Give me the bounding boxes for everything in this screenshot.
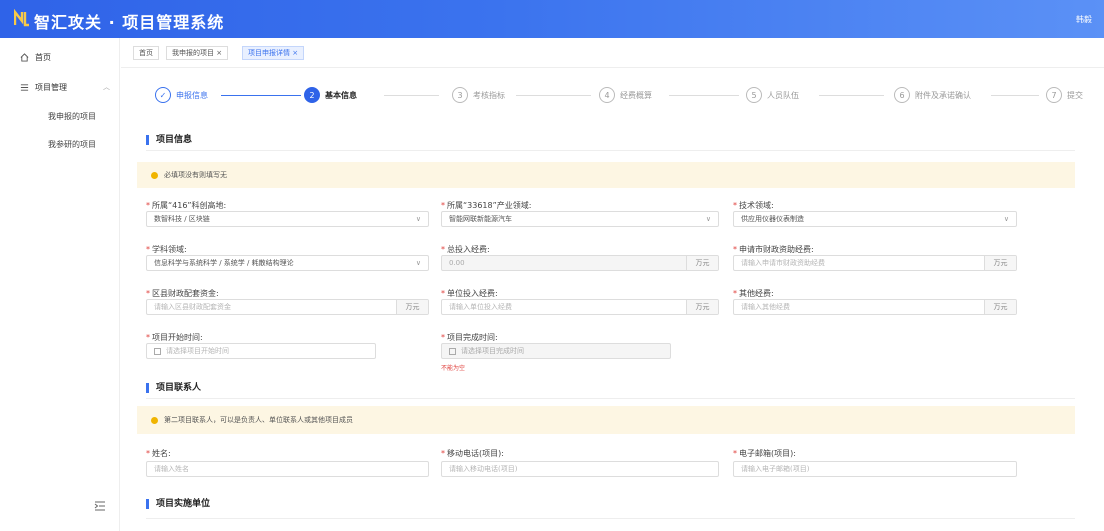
step-label: 经费概算 xyxy=(620,90,652,100)
contact-name-input[interactable]: 请输入姓名 xyxy=(146,461,429,477)
step-label: 考核指标 xyxy=(473,90,505,100)
select-416[interactable]: 数智科技 / 区块链 ∨ xyxy=(146,211,429,227)
contact-phone-input[interactable]: 请输入移动电话(项目) xyxy=(441,461,719,477)
app-title: 智汇攻关 · 项目管理系统 xyxy=(34,13,225,32)
step-connector xyxy=(384,95,439,96)
other-funding-input[interactable]: 请输入其他经费 万元 xyxy=(733,299,1017,315)
label-contact-name: * 姓名: xyxy=(146,449,171,458)
label-contact-phone: * 移动电话(项目): xyxy=(441,449,504,458)
tab-my-applications[interactable]: 我申报的项目 × xyxy=(166,46,229,60)
label-subject-field: * 学科领域: xyxy=(146,245,187,254)
sidebar-group-project-management[interactable]: 项目管理 ︿ xyxy=(20,82,110,93)
step-number: 6 xyxy=(894,87,910,103)
steps-bar: ✓ 申报信息 2 基本信息 3 考核指标 4 经费概算 5 人员队伍 6 附件及… xyxy=(121,76,1104,116)
sidebar-item-label: 首页 xyxy=(35,53,51,62)
section-divider xyxy=(146,150,1075,151)
user-name[interactable]: 韩毅 xyxy=(1076,14,1092,25)
tab-project-detail[interactable]: 项目申报详情 × xyxy=(242,46,305,60)
notice-text: 必填项没有则填写无 xyxy=(164,171,227,179)
select-tech-field[interactable]: 供应用仪器仪表制造 ∨ xyxy=(733,211,1017,227)
collapse-sidebar-icon[interactable] xyxy=(94,501,106,511)
unit-label: 万元 xyxy=(686,256,718,270)
unit-funding-input[interactable]: 请输入单位投入经费 万元 xyxy=(441,299,719,315)
sidebar-item-my-applications[interactable]: 我申报的项目 xyxy=(48,111,96,122)
sidebar: 首页 项目管理 ︿ 我申报的项目 我参研的项目 xyxy=(0,38,120,531)
notice-banner: 必填项没有则填写无 xyxy=(137,162,1075,188)
step-number: 3 xyxy=(452,87,468,103)
step-1[interactable]: ✓ 申报信息 xyxy=(155,87,208,103)
tab-home[interactable]: 首页 xyxy=(133,46,159,60)
label-tech-field: * 技术领域: xyxy=(733,201,774,210)
unit-label: 万元 xyxy=(396,300,428,314)
step-number: 7 xyxy=(1046,87,1062,103)
section-title-contact: 项目联系人 xyxy=(146,383,201,393)
select-33618[interactable]: 智能网联新能源汽车 ∨ xyxy=(441,211,719,227)
sidebar-item-home[interactable]: 首页 xyxy=(20,52,51,63)
home-icon xyxy=(20,53,29,62)
section-divider xyxy=(146,518,1075,519)
section-title-implementing-unit: 项目实施单位 xyxy=(146,499,210,509)
label-unit-funding: * 单位投入经费: xyxy=(441,289,498,298)
step-connector xyxy=(669,95,739,96)
step-number: 5 xyxy=(746,87,762,103)
step-label: 提交 xyxy=(1067,90,1083,100)
label-end-date: * 项目完成时间: xyxy=(441,333,498,342)
label-other-funding: * 其他经费: xyxy=(733,289,774,298)
label-total-funding: * 总投入经费: xyxy=(441,245,490,254)
sidebar-group-label: 项目管理 xyxy=(35,83,67,92)
step-label: 附件及承诺确认 xyxy=(915,90,971,100)
menu-icon xyxy=(20,84,29,91)
check-icon: ✓ xyxy=(155,87,171,103)
notice-banner: 第二项目联系人，可以是负责人、单位联系人或其他项目成员 xyxy=(137,406,1075,434)
label-district-funding: * 区县财政配套资金: xyxy=(146,289,219,298)
total-funding-field: 0.00 万元 xyxy=(441,255,719,271)
chevron-down-icon: ∨ xyxy=(1003,215,1009,223)
step-connector xyxy=(221,95,301,96)
tabs-bar: 首页 我申报的项目 × 项目申报详情 × xyxy=(121,38,1104,68)
chevron-down-icon: ∨ xyxy=(415,259,421,267)
step-4[interactable]: 4 经费概算 xyxy=(599,87,652,103)
calendar-icon xyxy=(449,347,456,355)
step-6[interactable]: 6 附件及承诺确认 xyxy=(894,87,971,103)
calendar-icon xyxy=(154,347,161,355)
warning-icon xyxy=(151,416,158,424)
unit-label: 万元 xyxy=(984,300,1016,314)
label-33618: * 所属“33618”产业领域: xyxy=(441,201,532,210)
label-416: * 所属“416”科创高地: xyxy=(146,201,227,210)
step-label: 基本信息 xyxy=(325,90,357,100)
step-label: 人员队伍 xyxy=(767,90,799,100)
unit-label: 万元 xyxy=(984,256,1016,270)
logo-icon xyxy=(14,9,29,27)
top-header: 智汇攻关 · 项目管理系统 韩毅 xyxy=(0,0,1104,38)
step-connector xyxy=(819,95,884,96)
section-divider xyxy=(146,398,1075,399)
end-date-picker[interactable]: 请选择项目完成时间 xyxy=(441,343,671,359)
chevron-down-icon: ∨ xyxy=(705,215,711,223)
label-contact-email: * 电子邮箱(项目): xyxy=(733,449,796,458)
step-number: 4 xyxy=(599,87,615,103)
step-connector xyxy=(516,95,591,96)
step-2[interactable]: 2 基本信息 xyxy=(304,87,357,103)
sidebar-item-my-participations[interactable]: 我参研的项目 xyxy=(48,139,96,150)
label-start-date: * 项目开始时间: xyxy=(146,333,203,342)
end-date-error: 不能为空 xyxy=(441,365,466,372)
city-funding-input[interactable]: 请输入申请市财政资助经费 万元 xyxy=(733,255,1017,271)
district-funding-input[interactable]: 请输入区县财政配套资金 万元 xyxy=(146,299,429,315)
step-number: 2 xyxy=(304,87,320,103)
step-7[interactable]: 7 提交 xyxy=(1046,87,1083,103)
unit-label: 万元 xyxy=(686,300,718,314)
notice-text: 第二项目联系人，可以是负责人、单位联系人或其他项目成员 xyxy=(164,416,353,424)
chevron-up-icon: ︿ xyxy=(103,83,110,91)
contact-email-input[interactable]: 请输入电子邮箱(项目) xyxy=(733,461,1017,477)
label-city-funding: * 申请市财政资助经费: xyxy=(733,245,814,254)
step-connector xyxy=(991,95,1039,96)
step-label: 申报信息 xyxy=(176,90,208,100)
chevron-down-icon: ∨ xyxy=(415,215,421,223)
start-date-picker[interactable]: 请选择项目开始时间 xyxy=(146,343,376,359)
step-5[interactable]: 5 人员队伍 xyxy=(746,87,799,103)
section-title-project-info: 项目信息 xyxy=(146,135,192,145)
warning-icon xyxy=(151,171,158,179)
select-subject-field[interactable]: 信息科学与系统科学 / 系统学 / 耗散结构理论 ∨ xyxy=(146,255,429,271)
step-3[interactable]: 3 考核指标 xyxy=(452,87,505,103)
